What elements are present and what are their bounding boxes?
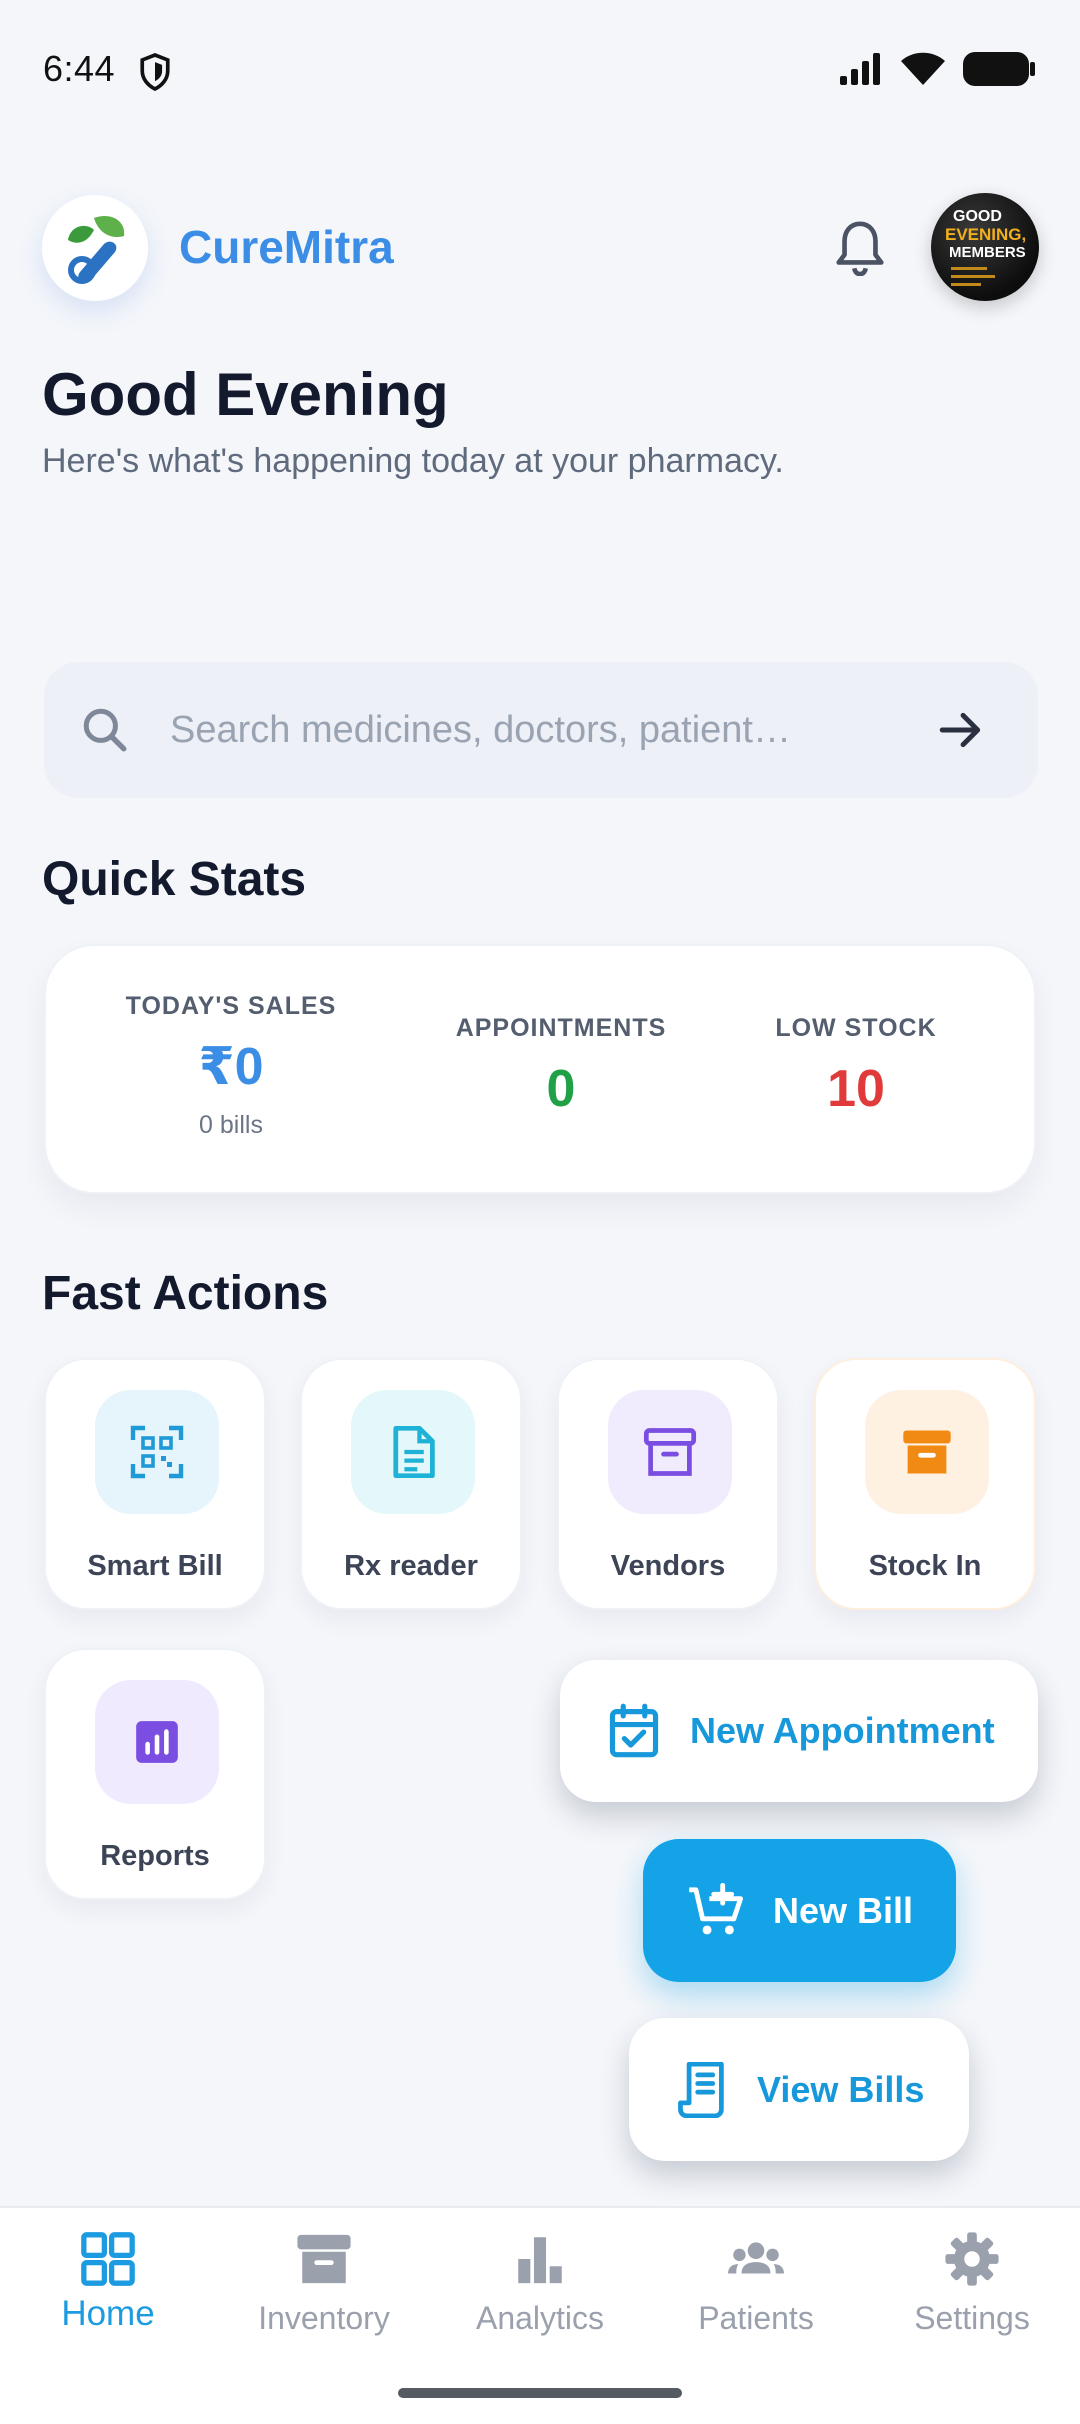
status-time: 6:44 (43, 48, 116, 89)
arrow-right-icon[interactable] (936, 705, 986, 755)
search-bar[interactable] (44, 662, 1038, 798)
status-indicators (838, 50, 1036, 88)
qr-scan-icon (95, 1390, 219, 1514)
nav-label: Analytics (475, 2300, 605, 2336)
tile-label: Rx reader (344, 1550, 478, 1582)
search-icon (83, 708, 127, 752)
nav-analytics[interactable]: Analytics (432, 2230, 648, 2337)
action-vendors[interactable]: Vendors (557, 1358, 779, 1610)
action-stock-in[interactable]: Stock In (814, 1358, 1036, 1610)
stat-sub: 0 bills (199, 1111, 263, 1139)
nav-label: Patients (698, 2300, 814, 2336)
stat-label: LOW STOCK (775, 1014, 937, 1042)
tile-label: Stock In (868, 1550, 982, 1582)
signal-icon (840, 53, 880, 85)
stat-value: 10 (827, 1060, 885, 1118)
leaf-capsule-logo-icon (68, 216, 125, 284)
search-input[interactable] (170, 708, 900, 752)
nav-patients[interactable]: Patients (648, 2230, 864, 2337)
home-indicator (398, 2388, 682, 2398)
fast-actions-title: Fast Actions (42, 1267, 329, 1320)
shield-icon (140, 53, 170, 92)
bar-chart-icon (518, 2237, 562, 2284)
action-smart-bill[interactable]: Smart Bill (44, 1358, 266, 1610)
nav-settings[interactable]: Settings (864, 2230, 1080, 2337)
nav-inventory[interactable]: Inventory (216, 2230, 432, 2337)
nav-home[interactable]: Home (0, 2230, 216, 2334)
archive-box-icon (608, 1390, 732, 1514)
receipt-icon (678, 2061, 724, 2118)
cart-plus-icon (689, 1882, 743, 1934)
greeting-subtitle: Here's what's happening today at your ph… (42, 442, 784, 480)
tile-label: Vendors (610, 1550, 726, 1582)
stat-label: APPOINTMENTS (455, 1014, 667, 1042)
archive-box-icon (865, 1390, 989, 1514)
stat-today-sales[interactable]: TODAY'S SALES ₹0 0 bills (106, 992, 356, 1140)
nav-label: Inventory (258, 2300, 390, 2336)
action-reports[interactable]: Reports (44, 1648, 266, 1900)
wifi-icon (901, 52, 945, 85)
tile-label: Smart Bill (87, 1550, 223, 1582)
avatar-text-line-2: EVENING, (945, 225, 1027, 244)
stat-appointments[interactable]: APPOINTMENTS 0 (436, 1014, 686, 1119)
document-icon (351, 1390, 475, 1514)
archive-box-icon (297, 2234, 351, 2284)
people-icon (728, 2242, 784, 2274)
stat-value: 0 (546, 1060, 576, 1118)
action-rx-reader[interactable]: Rx reader (300, 1358, 522, 1610)
profile-avatar[interactable]: GOOD EVENING, MEMBERS (931, 193, 1039, 301)
battery-icon (963, 52, 1035, 86)
notification-bell-icon[interactable] (834, 218, 886, 276)
quick-stats-card: TODAY'S SALES ₹0 0 bills APPOINTMENTS 0 … (44, 944, 1036, 1194)
avatar-text-line-3: MEMBERS (949, 244, 1026, 261)
view-bills-label: View Bills (757, 2068, 925, 2110)
nav-label: Home (61, 2294, 155, 2333)
gear-icon (945, 2232, 999, 2286)
greeting-title: Good Evening (42, 361, 449, 428)
calendar-check-icon (609, 1703, 659, 1758)
stat-label: TODAY'S SALES (125, 992, 337, 1020)
view-bills-button[interactable]: View Bills (629, 2018, 969, 2161)
new-appointment-button[interactable]: New Appointment (560, 1660, 1038, 1802)
nav-label: Settings (914, 2300, 1030, 2336)
bar-chart-icon (95, 1680, 219, 1804)
new-bill-label: New Bill (773, 1889, 914, 1931)
tile-label: Reports (100, 1840, 210, 1872)
grid-icon (81, 2232, 135, 2286)
app-logo (42, 195, 148, 301)
stat-low-stock[interactable]: LOW STOCK 10 (746, 1014, 966, 1119)
quick-stats-title: Quick Stats (42, 853, 307, 906)
avatar-text-line-1: GOOD (953, 208, 1002, 225)
new-appointment-label: New Appointment (690, 1710, 995, 1751)
app-name: CureMitra (179, 221, 394, 273)
new-bill-button[interactable]: New Bill (643, 1839, 956, 1982)
stat-value: ₹0 (198, 1038, 264, 1096)
